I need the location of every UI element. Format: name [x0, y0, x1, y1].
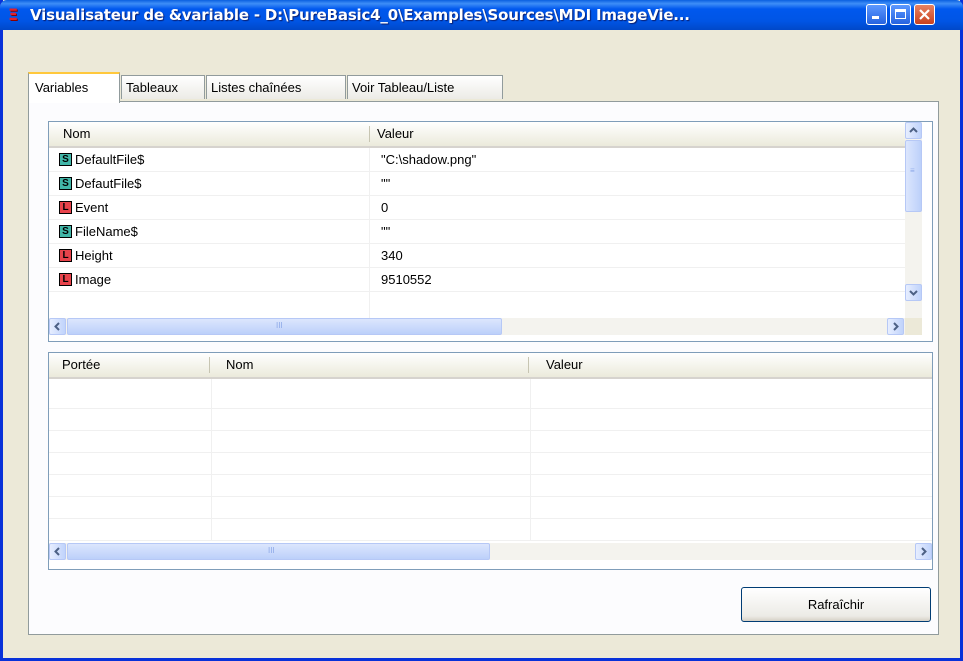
chevron-right-icon: [893, 322, 899, 331]
variable-name: Event: [75, 200, 109, 215]
variable-name: Image: [75, 272, 112, 287]
tab-linked-lists[interactable]: Listes chaînées: [206, 75, 346, 99]
column-header-value[interactable]: Valeur: [370, 122, 870, 146]
list-header: Nom Valeur: [49, 122, 905, 148]
grid-line: [369, 148, 370, 318]
tab-arrays[interactable]: Tableaux: [121, 75, 205, 99]
string-type-icon: S: [59, 177, 72, 191]
column-separator[interactable]: [528, 357, 529, 373]
tab-label: Voir Tableau/Liste: [352, 80, 455, 95]
scroll-thumb[interactable]: ≡: [905, 140, 922, 212]
variable-value: "": [381, 176, 391, 191]
chevron-left-icon: [54, 547, 60, 556]
string-type-icon: S: [59, 225, 72, 239]
column-header-name[interactable]: Nom: [56, 122, 366, 146]
maximize-button[interactable]: [890, 4, 911, 25]
chevron-down-icon: [909, 290, 918, 296]
variable-name: DefautFile$: [75, 176, 142, 191]
scroll-down-button[interactable]: [905, 284, 922, 301]
scroll-thumb[interactable]: III: [67, 318, 502, 335]
variable-value: 340: [381, 248, 403, 263]
column-header-scope[interactable]: Portée: [55, 353, 205, 377]
tab-view-array-list[interactable]: Voir Tableau/Liste: [347, 75, 503, 99]
column-header-name[interactable]: Nom: [219, 353, 519, 377]
variable-name: DefaultFile$: [75, 152, 145, 167]
grid-line: [49, 219, 905, 220]
grid-line: [530, 379, 531, 541]
horizontal-scrollbar[interactable]: III: [49, 543, 932, 560]
long-type-icon: L: [59, 201, 72, 215]
scroll-thumb[interactable]: III: [67, 543, 490, 560]
grid-line: [49, 243, 905, 244]
variable-value: "C:\shadow.png": [381, 152, 477, 167]
tab-label: Variables: [35, 80, 89, 95]
variables-list[interactable]: Nom Valeur S DefaultFile$ "C:\shadow.png"…: [48, 121, 933, 342]
chevron-up-icon: [909, 127, 918, 133]
grid-line: [49, 408, 932, 409]
minimize-button[interactable]: [866, 4, 887, 25]
variable-value: "": [381, 224, 391, 239]
grid-line: [49, 171, 905, 172]
grid-line: [49, 452, 932, 453]
tab-variables[interactable]: Variables: [28, 72, 120, 103]
window-title: Visualisateur de &variable - D:\PureBasi…: [30, 6, 690, 24]
grid-line: [49, 518, 932, 519]
title-bar[interactable]: Ξ Visualisateur de &variable - D:\PureBa…: [0, 0, 963, 30]
variable-name: Height: [75, 248, 113, 263]
grid-line: [49, 430, 932, 431]
variable-value: 0: [381, 200, 389, 215]
grid-line: [49, 291, 905, 292]
chevron-left-icon: [54, 322, 60, 331]
grid-line: [49, 540, 932, 541]
close-icon: [919, 9, 930, 20]
grid-line: [49, 267, 905, 268]
close-button[interactable]: [914, 4, 935, 25]
list-header: Portée Nom Valeur: [49, 353, 932, 379]
purebasic-icon: Ξ: [8, 5, 19, 24]
grid-line: [211, 379, 212, 541]
grid-line: [49, 474, 932, 475]
scroll-left-button[interactable]: [49, 318, 66, 335]
long-type-icon: L: [59, 249, 72, 263]
long-type-icon: L: [59, 273, 72, 287]
column-separator[interactable]: [209, 357, 210, 373]
variable-name: FileName$: [75, 224, 138, 239]
chevron-right-icon: [921, 547, 927, 556]
grid-line: [49, 496, 932, 497]
scroll-left-button[interactable]: [49, 543, 66, 560]
string-type-icon: S: [59, 153, 72, 167]
scroll-up-button[interactable]: [905, 122, 922, 139]
variable-value: 9510552: [381, 272, 432, 287]
tab-label: Tableaux: [126, 80, 179, 95]
scroll-corner: [905, 318, 922, 335]
grid-line: [49, 195, 905, 196]
scope-list[interactable]: Portée Nom Valeur III: [48, 352, 933, 570]
refresh-button[interactable]: Rafraîchir: [741, 587, 931, 622]
vertical-scrollbar[interactable]: ≡: [905, 122, 922, 318]
tab-label: Listes chaînées: [211, 80, 302, 95]
scroll-right-button[interactable]: [887, 318, 904, 335]
horizontal-scrollbar[interactable]: III: [49, 318, 905, 335]
scroll-right-button[interactable]: [915, 543, 932, 560]
column-header-value[interactable]: Valeur: [539, 353, 919, 377]
